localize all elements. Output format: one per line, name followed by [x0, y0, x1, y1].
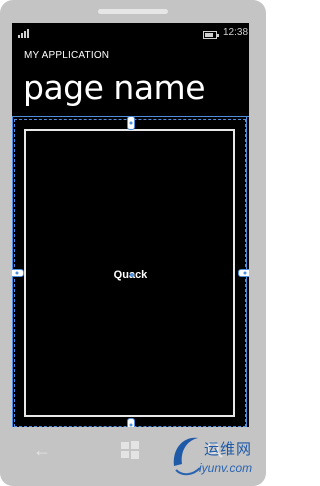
- signal-strength-icon: [18, 29, 36, 38]
- status-bar: 12:38: [12, 23, 249, 43]
- watermark-logo: 运维网 iyunv.com: [168, 430, 264, 484]
- phone-screen: 12:38 MY APPLICATION page name Quack: [12, 23, 249, 427]
- battery-icon: [203, 31, 219, 39]
- resize-handle-bottom[interactable]: [127, 418, 135, 427]
- watermark-url: iyunv.com: [199, 461, 253, 475]
- center-anchor-dot: [130, 273, 134, 277]
- page-title: page name: [23, 68, 206, 107]
- speaker-grille: [98, 9, 168, 14]
- back-arrow-icon[interactable]: ←: [33, 441, 51, 459]
- status-time: 12:38: [223, 27, 249, 38]
- watermark-brand: 运维网: [204, 441, 253, 458]
- resize-handle-top[interactable]: [127, 116, 135, 130]
- application-title: MY APPLICATION: [24, 50, 110, 61]
- phone-emulator-frame: 12:38 MY APPLICATION page name Quack ←: [0, 0, 266, 486]
- windows-logo-icon[interactable]: [121, 441, 139, 459]
